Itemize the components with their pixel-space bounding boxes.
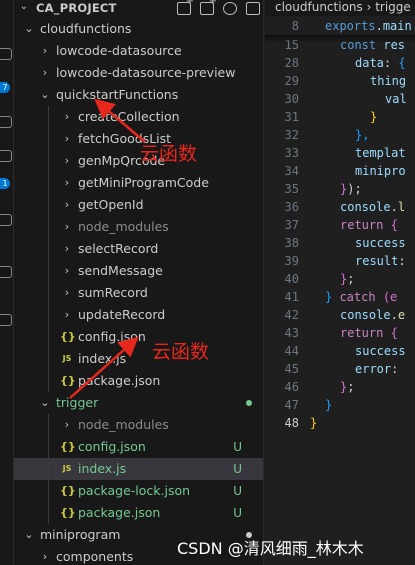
annotation-cloud-function-1: 云函数 <box>140 143 198 165</box>
arrow-to-create-collection <box>94 98 146 143</box>
watermark: CSDN @清风细雨_林木木 <box>177 539 364 558</box>
annotation-cloud-function-2: 云函数 <box>152 341 210 363</box>
annotation-arrows <box>69 98 146 399</box>
arrow-to-index-js <box>69 336 139 399</box>
